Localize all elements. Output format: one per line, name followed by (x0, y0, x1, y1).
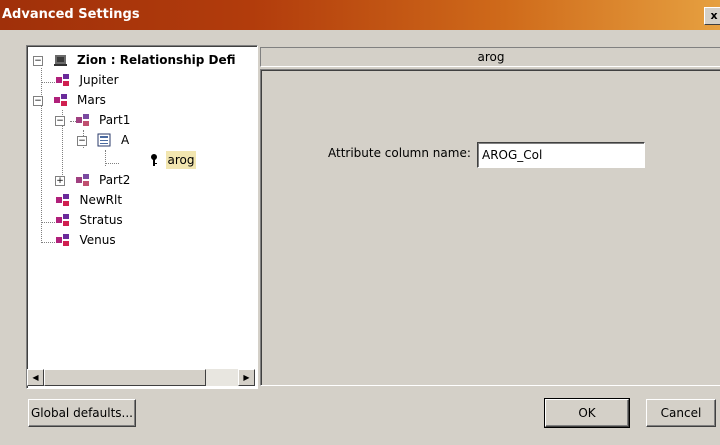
scroll-thumb[interactable] (44, 369, 206, 386)
tree-node-label: Part2 (99, 173, 131, 187)
table-icon (97, 133, 113, 147)
tree-node-part1[interactable]: − Part1 (55, 111, 132, 129)
window-frame (0, 30, 3, 445)
tree-connector (105, 163, 119, 164)
relationship-icon (75, 173, 91, 187)
collapse-icon[interactable]: − (33, 56, 43, 66)
attribute-column-input[interactable] (477, 142, 645, 168)
close-button[interactable]: x (704, 7, 720, 25)
tree-node-arog[interactable]: arog (149, 151, 197, 169)
collapse-icon[interactable]: − (33, 96, 43, 106)
relationship-icon (55, 233, 71, 247)
tree-horizontal-scrollbar[interactable]: ◀ ▶ (27, 369, 255, 386)
window-title: Advanced Settings (2, 7, 140, 22)
relationship-icon (53, 93, 69, 107)
tree-node-label: Part1 (99, 113, 131, 127)
relationship-icon (55, 193, 71, 207)
tree-node-label: Stratus (79, 213, 123, 227)
collapse-icon[interactable]: − (77, 136, 87, 146)
tree-node-label: Jupiter (79, 73, 119, 87)
properties-panel (260, 69, 720, 386)
cancel-button[interactable]: Cancel (646, 399, 716, 427)
scroll-left-button[interactable]: ◀ (27, 369, 44, 386)
tree-node-label: arog (165, 151, 197, 169)
collapse-icon[interactable]: − (55, 116, 65, 126)
database-icon (53, 53, 69, 67)
relationship-icon (75, 113, 91, 127)
scroll-right-button[interactable]: ▶ (238, 369, 255, 386)
tree-connector (41, 222, 55, 223)
relationship-tree[interactable]: − Zion : Relationship Defi Jupiter − Mar… (26, 45, 258, 389)
attribute-column-label: Attribute column name: (328, 146, 471, 160)
tree-node-label: NewRlt (79, 193, 123, 207)
tree-node-mars[interactable]: − Mars (33, 91, 108, 109)
tree-node-label: Mars (77, 93, 106, 107)
tree-node-stratus[interactable]: Stratus (55, 211, 125, 229)
tree-node-newrlt[interactable]: NewRlt (55, 191, 124, 209)
tree-connector (41, 82, 55, 83)
tree-node-a[interactable]: − A (77, 131, 131, 149)
global-defaults-button[interactable]: Global defaults... (28, 399, 136, 427)
expand-icon[interactable]: + (55, 176, 65, 186)
ok-button[interactable]: OK (544, 398, 630, 428)
relationship-icon (55, 73, 71, 87)
tree-node-label: Zion : Relationship Defi (77, 53, 236, 67)
title-bar: Advanced Settings x (0, 0, 720, 30)
tree-node-root[interactable]: − Zion : Relationship Defi (33, 51, 238, 69)
key-icon (149, 153, 159, 167)
tree-node-jupiter[interactable]: Jupiter (55, 71, 121, 89)
tree-node-venus[interactable]: Venus (55, 231, 118, 249)
relationship-icon (55, 213, 71, 227)
tree-node-part2[interactable]: + Part2 (55, 171, 132, 189)
tree-node-label: A (121, 133, 130, 147)
panel-header: arog (260, 47, 720, 67)
tree-connector (41, 242, 55, 243)
tree-node-label: Venus (79, 233, 116, 247)
